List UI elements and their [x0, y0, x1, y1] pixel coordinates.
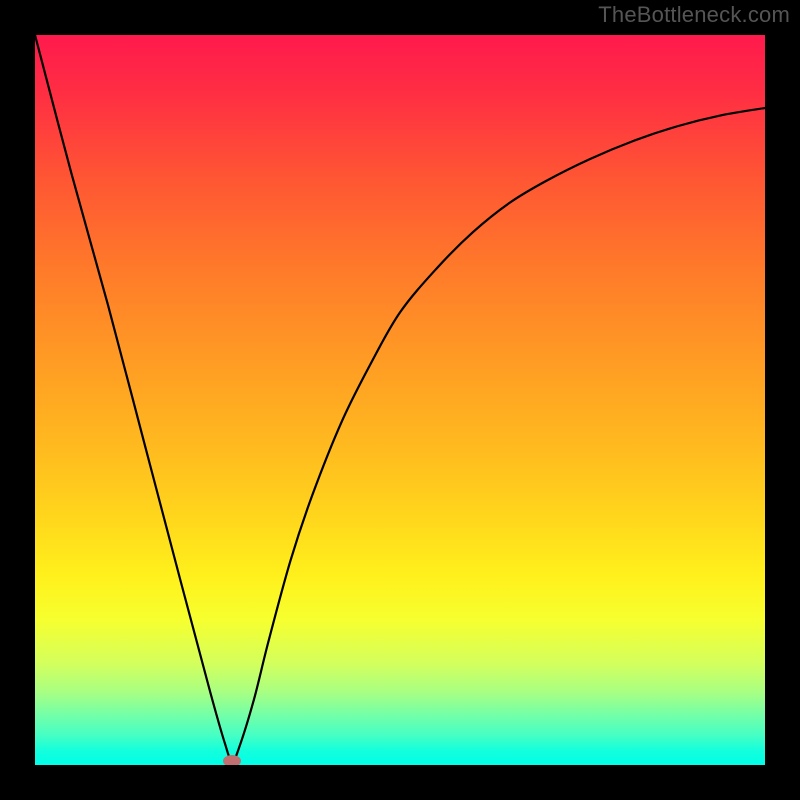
- chart-frame: TheBottleneck.com: [0, 0, 800, 800]
- plot-area: [35, 35, 765, 765]
- curve-svg: [35, 35, 765, 765]
- min-marker-icon: [223, 755, 241, 765]
- watermark-text: TheBottleneck.com: [598, 2, 790, 28]
- bottleneck-curve: [35, 35, 765, 761]
